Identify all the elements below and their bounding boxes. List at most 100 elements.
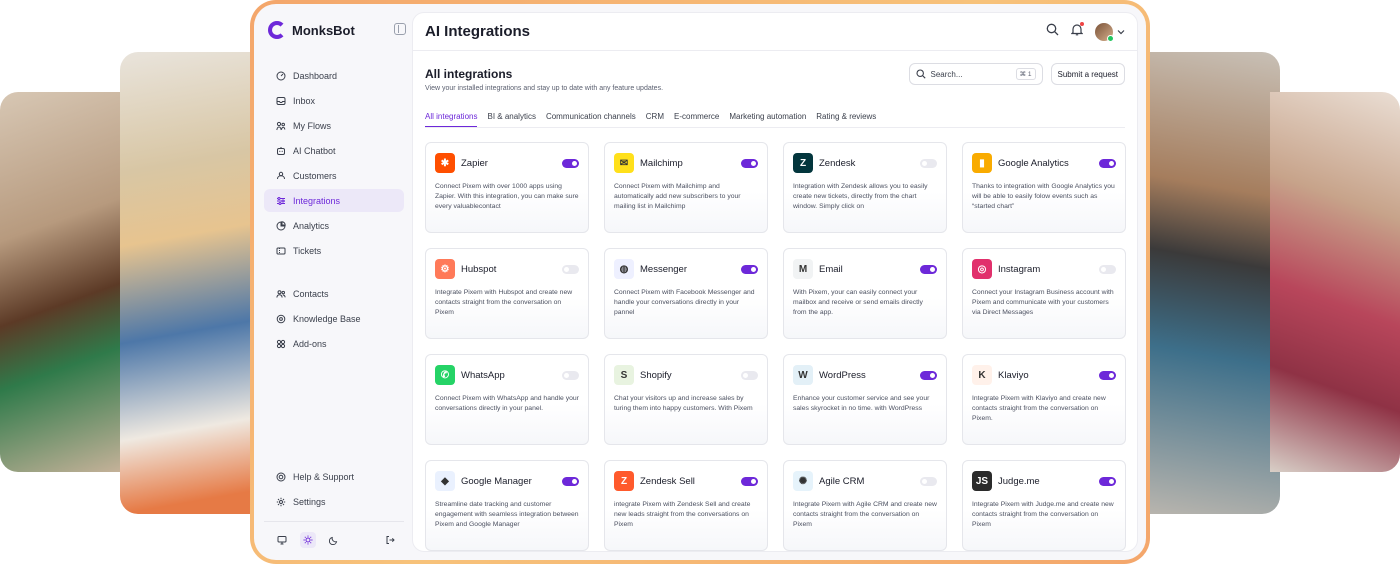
integration-description: Chat your visitors up and increase sales… [614,395,753,412]
integration-toggle[interactable] [741,264,758,274]
integration-name: WhatsApp [461,369,505,381]
sun-icon[interactable] [300,532,316,548]
notifications-bell-icon[interactable] [1070,21,1084,41]
section-subtitle: View your installed integrations and sta… [425,85,664,92]
integration-toggle[interactable] [920,264,937,274]
integration-toggle[interactable] [562,264,579,274]
sidebar-item-knowledge-base[interactable]: Knowledge Base [264,307,404,330]
integration-card-google-analytics[interactable]: ▮ Google Analytics Thanks to integration w… [962,142,1126,233]
integration-toggle[interactable] [562,370,579,380]
integration-card-messenger[interactable]: ◍ Messenger Connect Pixem with Facebook Me… [604,248,768,339]
integration-name: Hubspot [461,263,497,275]
brand[interactable]: MonksBot [264,18,404,42]
sidebar-item-dashboard[interactable]: Dashboard [264,64,404,87]
tab-communication-channels[interactable]: Communication channels [546,112,636,127]
sidebar-item-tickets[interactable]: Tickets [264,239,404,262]
sidebar-item-label: Analytics [293,220,330,231]
integration-card-wordpress[interactable]: W WordPress Enhance your customer service … [783,354,947,445]
sidebar-item-label: Dashboard [293,70,338,81]
integration-toggle[interactable] [741,158,758,168]
integration-card-zendesk-sell[interactable]: Z Zendesk Sell integrate Pixem with Zendes… [604,460,768,551]
tab-marketing-automation[interactable]: Marketing automation [729,112,806,127]
sidebar-item-customers[interactable]: Customers [264,164,404,187]
integration-toggle[interactable] [741,476,758,486]
contacts-icon [276,289,286,299]
integration-card-instagram[interactable]: ◎ Instagram Connect your Instagram Busines… [962,248,1126,339]
tab-rating-reviews[interactable]: Rating & reviews [816,112,876,127]
sidebar-item-inbox[interactable]: Inbox [264,89,404,112]
integration-toggle[interactable] [1099,264,1116,274]
integration-toggle[interactable] [1099,158,1116,168]
integration-toggle[interactable] [920,476,937,486]
integration-card-google-manager[interactable]: ◆ Google Manager Streamline date tracking … [425,460,589,551]
chevron-down-icon [1117,29,1125,34]
tab-e-commerce[interactable]: E-commerce [674,112,719,127]
sidebar-item-integrations[interactable]: Integrations [264,189,404,212]
integration-card-judge-me[interactable]: JS Judge.me Integrate Pixem with Judge.me … [962,460,1126,551]
integration-description: Integrate Pixem with Judge.me and create… [972,501,1114,528]
search-input[interactable]: Search... ⌘ 1 [908,63,1043,85]
topbar: AI Integrations [413,13,1137,51]
user-menu[interactable] [1095,22,1125,42]
sidebar-nav-bottom: Help & Support Settings [264,465,404,515]
sidebar-item-label: Inbox [293,95,316,106]
settings-icon [276,497,286,507]
sidebar-item-ai-chatbot[interactable]: AI Chatbot [264,139,404,162]
integration-card-hubspot[interactable]: ⚙ Hubspot Integrate Pixem with Hubspot and… [425,248,589,339]
integration-description: Connect Pixem with Mailchimp and automat… [614,183,741,210]
moon-icon[interactable] [326,532,342,548]
integration-toggle[interactable] [920,158,937,168]
sidebar-item-contacts[interactable]: Contacts [264,282,404,305]
sidebar-nav-secondary: Contacts Knowledge Base Add-ons [264,282,404,357]
photo-woman-glasses [1270,92,1400,472]
integration-toggle[interactable] [1099,476,1116,486]
sidebar-item-analytics[interactable]: Analytics [264,214,404,237]
tab-all-integrations[interactable]: All integrations [425,112,478,127]
search-icon[interactable] [1046,23,1059,41]
tab-crm[interactable]: CRM [646,112,664,127]
monitor-icon[interactable] [274,532,290,548]
help-icon [276,472,286,482]
integration-card-klaviyo[interactable]: K Klaviyo Integrate Pixem with Klaviyo and… [962,354,1126,445]
integration-description: Connect Pixem with WhatsApp and handle y… [435,395,579,412]
integration-toggle[interactable] [562,476,579,486]
sidebar-item-settings[interactable]: Settings [264,490,404,513]
logout-icon[interactable] [382,532,398,548]
tickets-icon [276,246,286,256]
integration-description: integrate Pixem with Zendesk Sell and cr… [614,501,751,528]
integration-name: Instagram [998,263,1041,275]
integration-card-email[interactable]: M Email With Pixem, your can easily connec… [783,248,947,339]
email-logo-icon: M [793,259,813,279]
sidebar-item-help-support[interactable]: Help & Support [264,465,404,488]
integration-card-zendesk[interactable]: Z Zendesk Integration with Zendesk allows … [783,142,947,233]
photo-woman-laptop [120,52,260,514]
integration-card-mailchimp[interactable]: ✉ Mailchimp Connect Pixem with Mailchimp a… [604,142,768,233]
tab-bi-analytics[interactable]: BI & analytics [487,112,535,127]
integration-toggle[interactable] [562,158,579,168]
integration-name: Email [819,263,843,275]
integration-description: Connect your Instagram Business account … [972,289,1114,316]
integration-card-agile-crm[interactable]: ✺ Agile CRM Integrate Pixem with Agile CRM… [783,460,947,551]
integration-card-shopify[interactable]: S Shopify Chat your visitors up and increa… [604,354,768,445]
integration-card-zapier[interactable]: ✱ Zapier Connect Pixem with over 1000 apps… [425,142,589,233]
agile-crm-logo-icon: ✺ [793,471,813,491]
integration-name: Mailchimp [640,157,683,169]
integration-toggle[interactable] [920,370,937,380]
sidebar-item-add-ons[interactable]: Add-ons [264,332,404,355]
integration-name: Messenger [640,263,687,275]
google-manager-logo-icon: ◆ [435,471,455,491]
google-analytics-logo-icon: ▮ [972,153,992,173]
integration-description: Integrate Pixem with Agile CRM and creat… [793,501,937,528]
integration-toggle[interactable] [1099,370,1116,380]
sidebar-item-my-flows[interactable]: My Flows [264,114,404,137]
integration-description: Thanks to integration with Google Analyt… [972,183,1115,210]
integration-name: Klaviyo [998,369,1029,381]
integration-description: Streamline date tracking and customer en… [435,501,579,528]
submit-request-button[interactable]: Submit a request [1050,63,1125,85]
integration-name: Shopify [640,369,672,381]
search-shortcut: ⌘ 1 [1015,68,1036,80]
integration-card-whatsapp[interactable]: ✆ WhatsApp Connect Pixem with WhatsApp and… [425,354,589,445]
monksbot-logo-icon [268,21,286,39]
collapse-sidebar-icon[interactable] [394,23,406,35]
integration-toggle[interactable] [741,370,758,380]
